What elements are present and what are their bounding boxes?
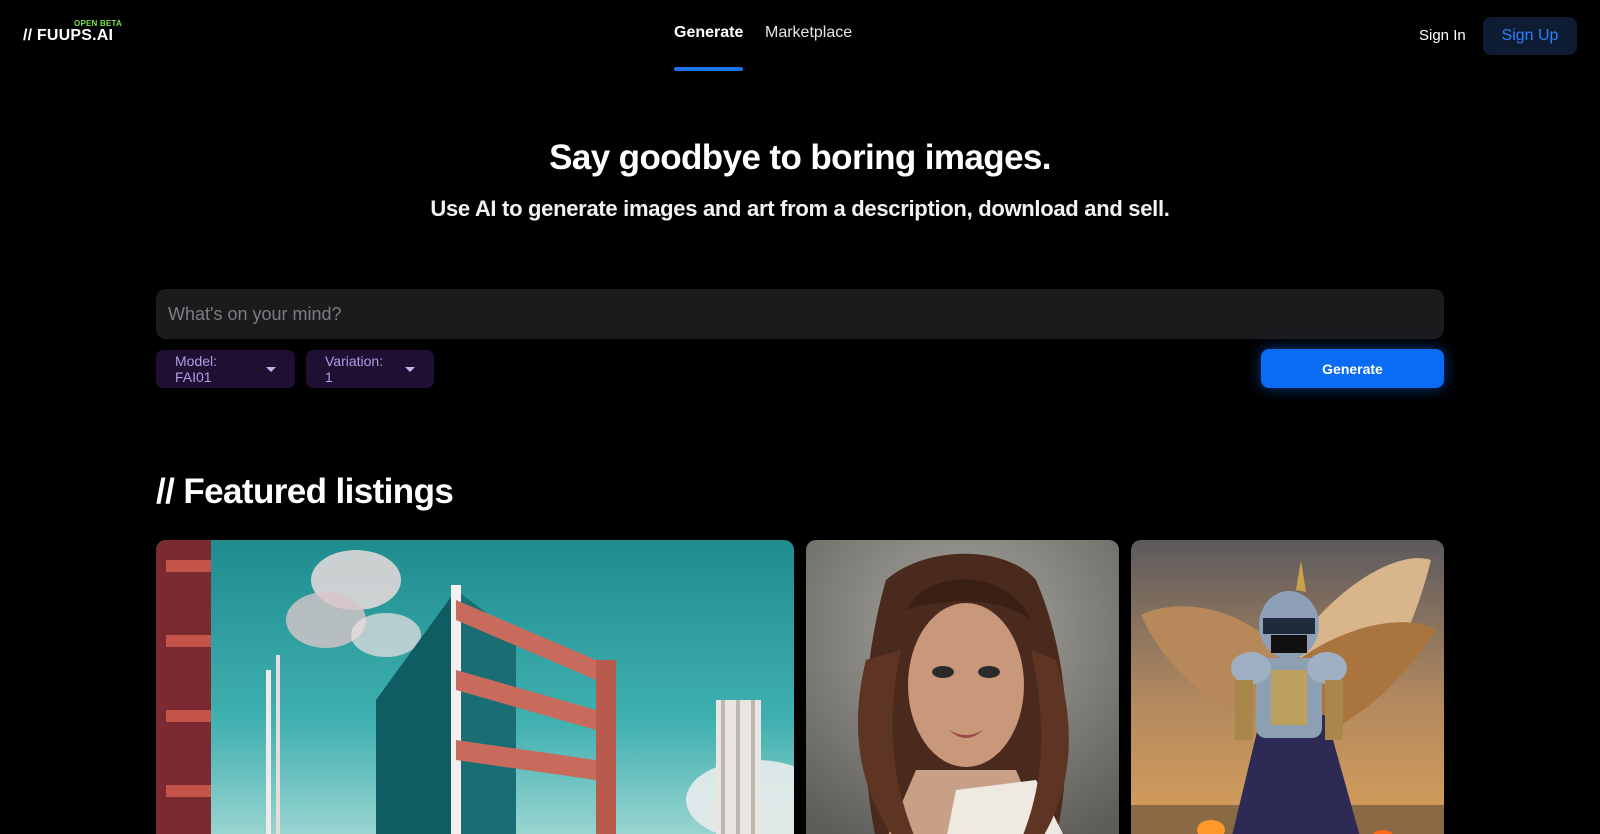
page: OPEN BETA // FUUPS.AI Generate Marketpla… <box>0 0 1600 834</box>
top-header: OPEN BETA // FUUPS.AI Generate Marketpla… <box>0 0 1600 72</box>
logo-text: // FUUPS.AI <box>23 27 114 44</box>
variation-dropdown-label: Variation: 1 <box>325 353 384 385</box>
featured-listings-title: // Featured listings <box>156 472 454 511</box>
hero-title: Say goodbye to boring images. <box>549 138 1051 177</box>
nav-generate-label: Generate <box>674 24 744 41</box>
nav-marketplace[interactable]: Marketplace <box>765 24 852 72</box>
knight-image <box>1131 540 1444 834</box>
architecture-image <box>156 540 794 834</box>
prompt-input[interactable] <box>156 289 1444 339</box>
nav-marketplace-label: Marketplace <box>765 24 853 41</box>
featured-card-portrait[interactable] <box>806 540 1119 834</box>
main-nav: Generate Marketplace <box>674 24 852 72</box>
caret-down-icon <box>405 366 415 372</box>
hero-subtitle: Use AI to generate images and art from a… <box>430 196 1170 221</box>
sign-up-button[interactable]: Sign Up <box>1483 17 1577 55</box>
generate-button[interactable]: Generate <box>1261 349 1444 388</box>
sign-in-link[interactable]: Sign In <box>1419 27 1466 44</box>
nav-generate[interactable]: Generate <box>674 24 743 72</box>
model-dropdown[interactable]: Model: FAI01 <box>156 350 295 388</box>
featured-card-architecture[interactable] <box>156 540 794 834</box>
nav-active-underline <box>674 67 743 71</box>
portrait-image <box>806 540 1119 834</box>
caret-down-icon <box>266 366 276 372</box>
model-dropdown-label: Model: FAI01 <box>175 353 218 385</box>
featured-card-knight[interactable] <box>1131 540 1444 834</box>
variation-dropdown[interactable]: Variation: 1 <box>306 350 434 388</box>
